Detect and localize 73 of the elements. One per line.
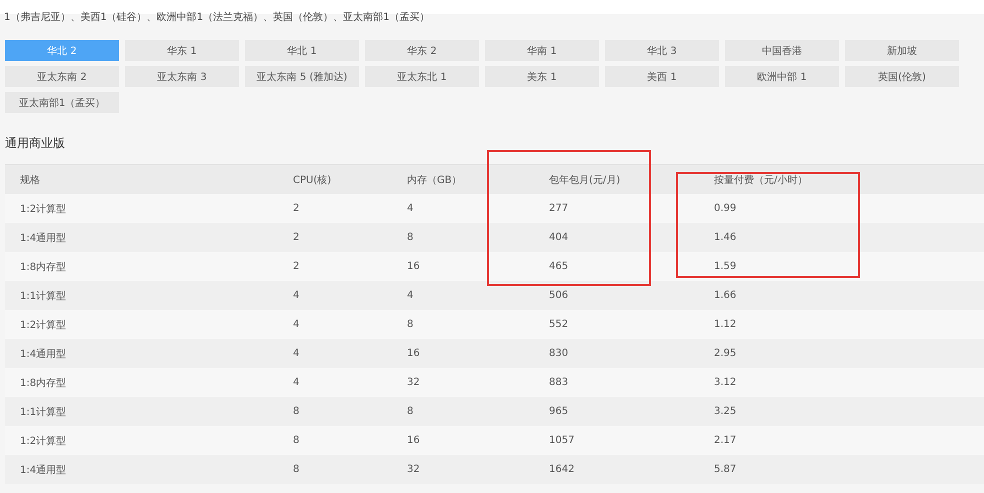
table-cell-text: 32 [407,464,421,475]
table-cell-text: 830 [549,348,570,359]
table-cell: 2.95 [714,348,736,359]
table-cell-text: 8 [293,406,300,417]
region-tab[interactable]: 中国香港 [725,40,839,61]
table-cell-text: 4 [293,348,300,359]
table-cell-text: 16 [407,261,421,272]
region-tab[interactable]: 亚太东南 3 [125,66,239,87]
table-cell-text: 8 [407,319,414,330]
table-cell-text: 8 [407,406,414,417]
table-cell-text: 1:1计算型 [19,290,68,302]
region-tab[interactable]: 亚太东北 1 [365,66,479,87]
section-title: 通用商业版 [5,135,66,151]
table-cell-text: 1:4通用型 [19,348,68,360]
region-tab[interactable]: 华东 2 [365,40,479,61]
region-tab[interactable]: 华北 1 [245,40,359,61]
table-cell: 3.25 [714,406,736,417]
region-tab[interactable]: 新加坡 [845,40,959,61]
table-cell-text: 883 [549,377,570,388]
table-cell-text: 277 [549,203,570,214]
table-cell-text: 1:2计算型 [19,318,68,332]
table-cell-text: 2 [293,203,300,214]
column-header: 包年包月(元/月) [549,174,622,186]
region-tab[interactable]: 亚太南部1（孟买） [5,92,119,113]
table-cell-text: 4 [293,290,300,301]
region-tab[interactable]: 华东 1 [125,40,239,61]
table-cell: 1.66 [714,290,736,301]
table-cell-text: 1:4通用型 [19,232,68,244]
table-cell-text: 4 [293,319,300,330]
table-cell-text: 1:2计算型 [19,202,68,216]
table-cell: 2.17 [714,435,736,446]
table-cell: 1.59 [714,261,736,272]
table-cell-text: 506 [549,290,570,301]
region-tab[interactable]: 美东 1 [485,66,599,87]
table-cell-text: 32 [407,377,421,388]
table-cell: 3.12 [714,377,736,388]
table-cell-text: 4 [407,203,414,214]
region-tab[interactable]: 亚太东南 5 (雅加达) [245,66,359,87]
table-cell: 0.99 [714,203,736,214]
table-cell-text: 2 [293,261,300,272]
table-cell-text: 1:4通用型 [19,464,68,476]
table-cell-text: 465 [549,261,570,272]
region-tab[interactable]: 亚太东南 2 [5,66,119,87]
table-cell-text: 2 [293,232,300,243]
table-cell-text: 16 [407,435,421,446]
column-header: 规格 [19,174,41,186]
table-cell-text: 1:1计算型 [19,406,68,418]
region-tab[interactable]: 美西 1 [605,66,719,87]
table-cell-text: 8 [293,464,300,475]
table-cell-text: 552 [549,319,570,330]
table-cell-text: 1642 [549,464,576,475]
table-cell-text: 8 [407,232,414,243]
table-cell-text: 1:2计算型 [19,434,68,448]
table-cell: 1.46 [714,232,736,243]
column-header: CPU(核) [293,174,332,186]
table-cell-text: 404 [549,232,570,243]
region-tab[interactable]: 英国(伦敦) [845,66,959,87]
table-cell-text: 1:8内存型 [19,376,68,390]
table-cell-text: 4 [293,377,300,388]
table-cell-text: 16 [407,348,421,359]
table-cell-text: 1057 [549,435,576,446]
table-cell-text: 8 [293,435,300,446]
column-header: 内存（GB） [407,174,463,186]
table-cell-text: 1:8内存型 [19,260,68,274]
region-tab[interactable]: 华南 1 [485,40,599,61]
table-cell-text: 965 [549,406,570,417]
region-note: 1（弗吉尼亚）、美西1（硅谷）、欧洲中部1（法兰克福）、英国（伦敦）、亚太南部1（孟买） [3,12,430,20]
table-cell: 5.87 [714,464,736,475]
region-tab[interactable]: 欧洲中部 1 [725,66,839,87]
column-header: 按量付费（元/小时） [714,174,808,186]
table-cell: 1.12 [714,319,736,330]
region-tab[interactable]: 华北 3 [605,40,719,61]
table-cell-text: 4 [407,290,414,301]
